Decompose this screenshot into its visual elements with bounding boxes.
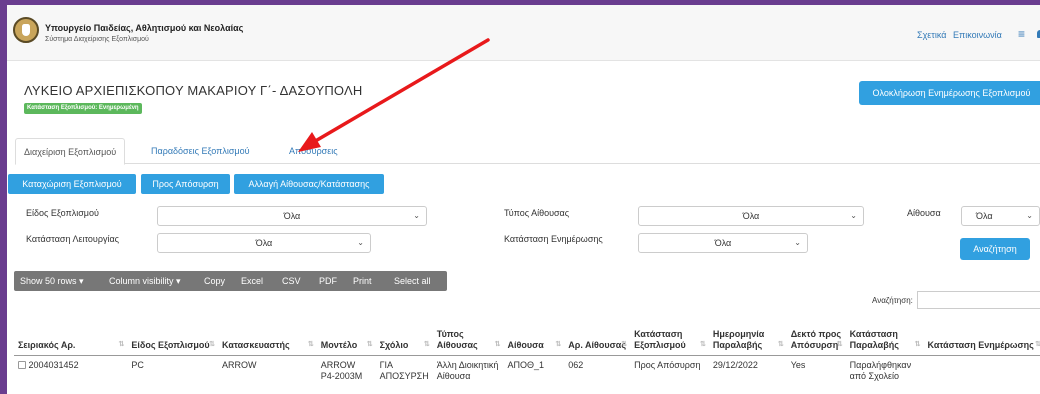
cell-accepted-withdrawal: Yes	[790, 359, 806, 370]
csv-button[interactable]: CSV	[282, 271, 301, 291]
table-search-input[interactable]	[917, 291, 1040, 309]
sort-icon: ⇅	[494, 340, 501, 348]
operation-status-select[interactable]: Όλα ⌄	[157, 233, 371, 253]
column-header-manufacturer[interactable]: Κατασκευαστής ⇅	[218, 311, 317, 356]
cell-model: ARROW P4-2003M	[320, 359, 363, 381]
column-header-room[interactable]: Αίθουσα ⇅	[503, 311, 565, 356]
equipment-table: Σειριακός Αρ. ⇅ Είδος Εξοπλισμού ⇅ Κατασκε…	[14, 311, 1040, 394]
sort-icon: ⇅	[423, 340, 430, 348]
column-header-update-status[interactable]: Κατάσταση Ενημέρωσης ⇅	[923, 311, 1040, 356]
tab-equipment-management[interactable]: Διαχείριση Εξοπλισμού	[15, 138, 126, 165]
column-header-room-number[interactable]: Αρ. Αίθουσας ⇅	[564, 311, 631, 356]
table-toolbar: Show 50 rows ▾ Column visibility ▾ Copy …	[14, 271, 447, 291]
column-header-serial[interactable]: Σειριακός Αρ. ⇅	[14, 311, 128, 356]
tab-bar: Διαχείριση Εξοπλισμού Παραδόσεις Εξοπλισ…	[15, 138, 1040, 165]
chevron-down-icon: ⌄	[357, 238, 364, 247]
cell-receipt-status: Παραλήφθηκαν από Σχολείο	[849, 359, 912, 381]
cell-room-type: Άλλη Διοικητική Αίθουσα	[436, 359, 499, 381]
sort-icon: ⇅	[118, 340, 125, 348]
add-equipment-button[interactable]: Καταχώριση Εξοπλισμού	[8, 174, 136, 194]
room-select[interactable]: Όλα ⌄	[961, 206, 1040, 226]
update-status-select[interactable]: Όλα ⌄	[638, 233, 808, 253]
operation-status-value: Όλα	[255, 238, 273, 248]
cell-received-date: 29/12/2022	[712, 359, 758, 370]
column-header-equipment-type[interactable]: Είδος Εξοπλισμού ⇅	[127, 311, 219, 356]
copy-button[interactable]: Copy	[204, 271, 225, 291]
cell-equipment-status: Προς Απόσυρση	[634, 359, 701, 370]
equipment-type-value: Όλα	[283, 211, 301, 221]
sort-icon: ⇅	[555, 340, 562, 348]
chevron-down-icon: ⌄	[850, 211, 857, 220]
app-frame: Υπουργείο Παιδείας, Αθλητισμού και Νεολα…	[7, 5, 1040, 394]
select-all-button[interactable]: Select all	[394, 271, 431, 291]
room-type-value: Όλα	[742, 211, 760, 221]
table-header-row: Σειριακός Αρ. ⇅ Είδος Εξοπλισμού ⇅ Κατασκε…	[14, 311, 1040, 356]
sort-icon: ⇅	[777, 340, 784, 348]
room-type-label: Τύπος Αίθουσας	[504, 208, 570, 218]
sort-icon: ⇅	[366, 340, 373, 348]
cell-room: ΑΠΟΘ_1	[507, 359, 544, 370]
withdraw-button[interactable]: Προς Απόσυρση	[141, 174, 230, 194]
column-header-received-date[interactable]: Ημερομηνία Παραλαβής ⇅	[708, 311, 787, 356]
room-label: Αίθουσα	[907, 208, 941, 218]
table-search-label: Αναζήτηση:	[872, 296, 913, 305]
show-rows-button[interactable]: Show 50 rows ▾	[20, 271, 84, 291]
chevron-down-icon: ⌄	[413, 211, 420, 220]
tab-withdrawals[interactable]: Αποσύρσεις	[281, 138, 346, 164]
sort-icon: ⇅	[621, 340, 628, 348]
sort-icon: ⇅	[836, 340, 843, 348]
cell-serial: 2004031452	[14, 355, 127, 394]
org-title: Υπουργείο Παιδείας, Αθλητισμού και Νεολα…	[45, 23, 244, 33]
chevron-down-icon: ⌄	[794, 238, 801, 247]
update-status-value: Όλα	[714, 238, 732, 248]
nav-contact-link[interactable]: Επικοινωνία	[953, 30, 1002, 40]
print-button[interactable]: Print	[353, 271, 372, 291]
pdf-button[interactable]: PDF	[319, 271, 337, 291]
cell-comment: ΓΙΑ ΑΠΟΣΥΡΣΗ	[379, 359, 429, 381]
excel-button[interactable]: Excel	[241, 271, 263, 291]
cell-equipment-type: PC	[131, 359, 144, 370]
equipment-type-select[interactable]: Όλα ⌄	[157, 206, 427, 226]
cell-update-status	[924, 355, 1040, 394]
room-value: Όλα	[976, 211, 993, 221]
column-header-model[interactable]: Μοντέλο ⇅	[316, 311, 376, 356]
sort-icon: ⇅	[209, 340, 216, 348]
hamburger-menu-icon[interactable]: ≡	[1018, 27, 1025, 41]
cell-room-number: 062	[568, 359, 584, 370]
equipment-type-label: Είδος Εξοπλισμού	[26, 208, 99, 218]
status-badge: Κατάσταση Εξοπλισμού: Ενημερωμένη	[24, 103, 142, 114]
top-navbar: Υπουργείο Παιδείας, Αθλητισμού και Νεολα…	[7, 5, 1040, 61]
sort-icon: ⇅	[914, 340, 921, 348]
column-header-accepted-withdrawal[interactable]: Δεκτό προς Απόσυρση ⇅	[786, 311, 846, 356]
sort-icon: ⇅	[307, 340, 314, 348]
chevron-down-icon: ⌄	[1026, 211, 1033, 220]
org-subtitle: Σύστημα Διαχείρισης Εξοπλισμού	[45, 36, 149, 43]
column-header-comment[interactable]: Σχόλιο ⇅	[375, 311, 433, 356]
search-button[interactable]: Αναζήτηση	[960, 238, 1030, 260]
complete-update-button[interactable]: Ολοκλήρωση Ενημέρωσης Εξοπλισμού	[859, 81, 1040, 105]
cell-manufacturer: ARROW	[222, 359, 257, 370]
nav-about-link[interactable]: Σχετικά	[917, 30, 946, 40]
table-row[interactable]: 2004031452 PC ARROW ARROW P4-2003M ΓΙΑ Α…	[14, 355, 1040, 394]
operation-status-label: Κατάσταση Λειτουργίας	[26, 234, 120, 244]
update-status-label: Κατάσταση Ενημέρωσης	[504, 234, 603, 244]
column-header-receipt-status[interactable]: Κατάσταση Παραλαβής ⇅	[845, 311, 924, 356]
sort-icon: ⇅	[1035, 340, 1040, 348]
ministry-logo	[13, 17, 39, 43]
school-title: ΛΥΚΕΙΟ ΑΡΧΙΕΠΙΣΚΟΠΟΥ ΜΑΚΑΡΙΟΥ Γ΄- ΔΑΣΟΥΠ…	[24, 83, 363, 98]
change-room-status-button[interactable]: Αλλαγή Αίθουσας/Κατάστασης	[234, 174, 384, 194]
row-checkbox[interactable]	[18, 360, 26, 369]
column-header-room-type[interactable]: Τύπος Αίθουσας ⇅	[432, 311, 504, 356]
column-header-equipment-status[interactable]: Κατάσταση Εξοπλισμού ⇅	[630, 311, 709, 356]
tab-equipment-deliveries[interactable]: Παραδόσεις Εξοπλισμού	[143, 138, 258, 164]
sort-icon: ⇅	[700, 340, 706, 348]
room-type-select[interactable]: Όλα ⌄	[638, 206, 864, 226]
column-visibility-button[interactable]: Column visibility ▾	[109, 271, 181, 291]
